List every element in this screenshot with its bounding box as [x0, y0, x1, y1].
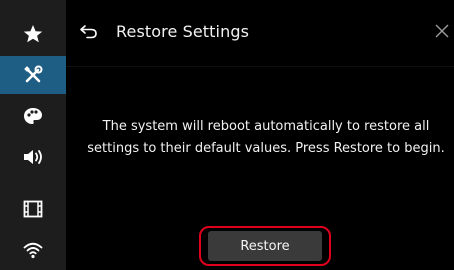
sidebar-item-favorites[interactable]: [0, 15, 66, 53]
sidebar-item-theme[interactable]: [0, 97, 66, 135]
restore-button[interactable]: Restore: [208, 231, 322, 261]
star-icon: [23, 24, 43, 44]
page-title: Restore Settings: [116, 22, 250, 41]
palette-icon: [23, 107, 43, 125]
back-arrow-icon: [79, 22, 99, 44]
close-button[interactable]: [432, 22, 452, 42]
wifi-icon: [23, 241, 43, 259]
sidebar: [0, 0, 66, 270]
sidebar-item-video[interactable]: [0, 190, 66, 228]
close-icon: [435, 23, 449, 42]
sidebar-item-settings[interactable]: [0, 56, 66, 94]
film-icon: [23, 200, 43, 218]
header: Restore Settings: [66, 0, 454, 64]
main-panel: Restore Settings The system will reboot …: [66, 0, 454, 270]
back-button[interactable]: [76, 20, 102, 46]
restore-button-highlight: Restore: [199, 226, 331, 266]
tools-icon: [23, 65, 43, 85]
sidebar-item-audio[interactable]: [0, 138, 66, 176]
speaker-icon: [22, 148, 44, 166]
restore-message: The system will reboot automatically to …: [87, 119, 445, 156]
restore-settings-screen: Restore Settings The system will reboot …: [0, 0, 454, 270]
header-divider: [66, 66, 454, 67]
sidebar-item-connectivity[interactable]: [0, 231, 66, 269]
